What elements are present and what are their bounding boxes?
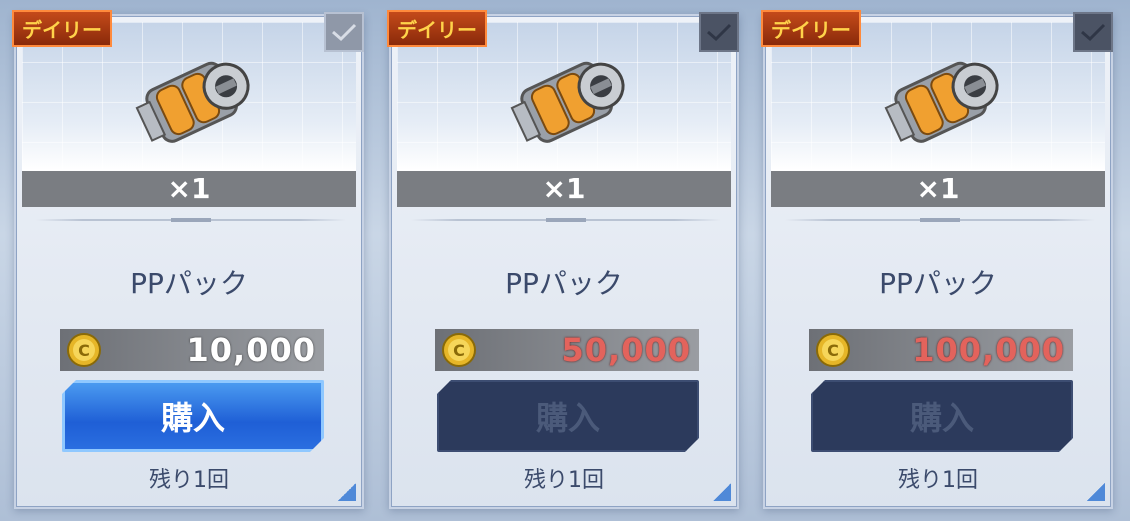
remaining-count: 残り1回 — [524, 468, 604, 493]
shop-card: デイリー ×1 PPパック C 100,000 購入 残り1回 — [761, 10, 1113, 509]
check-icon — [324, 12, 364, 52]
pp-canister-icon — [884, 61, 999, 143]
divider — [36, 218, 346, 222]
corner-decoration — [713, 483, 731, 501]
check-icon — [699, 12, 739, 52]
divider — [785, 218, 1095, 222]
coin-icon: C — [67, 333, 101, 367]
daily-tag: デイリー — [761, 10, 861, 47]
daily-tag: デイリー — [387, 10, 487, 47]
shop-card: デイリー ×1 PPパック C 50,000 購入 残り1回 — [387, 10, 739, 509]
buy-button[interactable]: 購入 — [437, 380, 699, 452]
quantity-label: ×1 — [771, 171, 1105, 207]
svg-text:C: C — [827, 341, 839, 360]
item-name: PPパック — [505, 267, 623, 300]
coin-icon: C — [816, 333, 850, 367]
item-preview: ×1 — [22, 22, 356, 207]
price-value: 50,000 — [561, 331, 691, 369]
quantity-label: ×1 — [397, 171, 731, 207]
shop-card: デイリー ×1 PPパック C 10,000 購入 残り1回 — [12, 10, 364, 509]
item-preview: ×1 — [397, 22, 731, 207]
divider — [411, 218, 721, 222]
pp-canister-icon — [510, 61, 625, 143]
corner-decoration — [1087, 483, 1105, 501]
item-preview: ×1 — [771, 22, 1105, 207]
coin-icon: C — [442, 333, 476, 367]
svg-text:C: C — [78, 341, 90, 360]
price-bar: C 100,000 — [809, 329, 1073, 371]
item-name: PPパック — [879, 267, 997, 300]
price-bar: C 10,000 — [60, 329, 324, 371]
item-name: PPパック — [130, 267, 248, 300]
remaining-count: 残り1回 — [149, 468, 229, 493]
remaining-count: 残り1回 — [898, 468, 978, 493]
buy-button[interactable]: 購入 — [62, 380, 324, 452]
check-icon — [1073, 12, 1113, 52]
buy-button[interactable]: 購入 — [811, 380, 1073, 452]
corner-decoration — [338, 483, 356, 501]
price-bar: C 50,000 — [435, 329, 699, 371]
daily-tag: デイリー — [12, 10, 112, 47]
price-value: 10,000 — [186, 331, 316, 369]
pp-canister-icon — [135, 61, 250, 143]
svg-text:C: C — [453, 341, 465, 360]
quantity-label: ×1 — [22, 171, 356, 207]
price-value: 100,000 — [912, 331, 1065, 369]
